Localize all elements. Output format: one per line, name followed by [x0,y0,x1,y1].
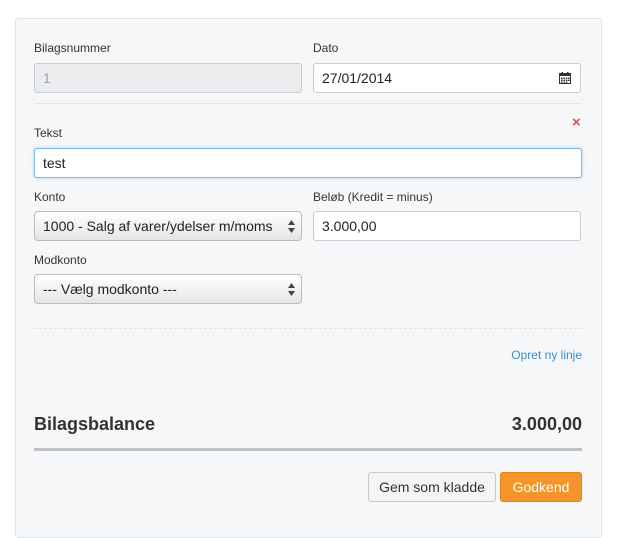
konto-label: Konto [34,190,66,204]
bilagsnummer-label: Bilagsnummer [34,41,111,55]
save-draft-button[interactable]: Gem som kladde [368,472,496,502]
voucher-panel: Bilagsnummer 1 Dato 27/01/2014 Tekst × t… [15,18,602,538]
new-line-link[interactable]: Opret ny linje [511,348,582,362]
balance-label: Bilagsbalance [34,414,156,434]
calendar-icon[interactable] [559,72,571,84]
row-separator [34,103,582,104]
balance-rule [34,448,582,451]
lines-separator [34,328,582,329]
beloeb-label: Beløb (Kredit = minus) [313,190,433,204]
modkonto-label: Modkonto [34,253,87,267]
balance-value: 3.000,00 [511,414,582,434]
modkonto-select[interactable]: --- Vælg modkonto --- [34,274,302,304]
tekst-input[interactable]: test [34,148,582,178]
close-icon[interactable]: × [572,114,581,131]
dato-label: Dato [313,41,339,55]
updown-arrows-icon [288,220,295,233]
beloeb-input[interactable]: 3.000,00 [313,211,581,241]
tekst-label: Tekst [34,126,63,140]
bilagsnummer-input[interactable]: 1 [34,63,302,93]
modkonto-selected: --- Vælg modkonto --- [43,281,177,297]
konto-select[interactable]: 1000 - Salg af varer/ydelser m/moms [34,211,302,241]
updown-arrows-icon [288,283,295,296]
konto-selected: 1000 - Salg af varer/ydelser m/moms [43,218,273,234]
dato-value: 27/01/2014 [322,70,393,86]
dato-input[interactable]: 27/01/2014 [313,63,581,93]
approve-button[interactable]: Godkend [500,472,582,502]
